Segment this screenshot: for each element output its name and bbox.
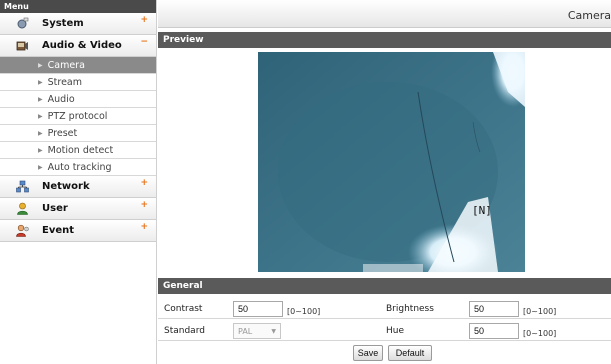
- top-bar: Camera: [158, 0, 611, 28]
- sidebar-item-ptz-protocol[interactable]: ▶ PTZ protocol: [0, 108, 156, 125]
- sidebar-item-auto-tracking[interactable]: ▶ Auto tracking: [0, 159, 156, 176]
- expand-icon: +: [140, 178, 148, 188]
- sidebar-item-label: Auto tracking: [47, 161, 112, 173]
- hue-input[interactable]: [469, 323, 519, 339]
- hue-range: [0~100]: [523, 329, 557, 338]
- sidebar-section-network[interactable]: Network +: [0, 176, 156, 198]
- sidebar-item-label: PTZ protocol: [47, 110, 108, 122]
- app-root: Menu System + Audio & Video − ▶ Camera ▶…: [0, 0, 611, 364]
- audio-video-icon: [16, 39, 29, 52]
- event-icon: [16, 224, 29, 237]
- brightness-label: Brightness: [386, 304, 434, 314]
- network-icon: [16, 180, 29, 193]
- sidebar-item-preset[interactable]: ▶ Preset: [0, 125, 156, 142]
- hue-label: Hue: [386, 326, 405, 336]
- sidebar-section-label: Audio & Video: [42, 40, 122, 51]
- sidebar-section-label: Event: [42, 225, 75, 236]
- compass-overlay-text: [N]: [472, 204, 492, 217]
- save-button[interactable]: Save: [353, 345, 383, 361]
- expand-icon: +: [140, 222, 148, 232]
- sidebar-section-label: System: [42, 18, 84, 29]
- sidebar-section-label: User: [42, 203, 68, 214]
- brightness-range: [0~100]: [523, 307, 557, 316]
- chevron-right-icon: ▶: [38, 78, 43, 86]
- contrast-range: [0~100]: [287, 307, 321, 316]
- brightness-input[interactable]: [469, 301, 519, 317]
- sidebar-item-label: Motion detect: [47, 144, 114, 156]
- sidebar-item-label: Preset: [47, 127, 78, 139]
- chevron-right-icon: ▶: [38, 163, 43, 171]
- chevron-right-icon: ▶: [38, 112, 43, 120]
- page-title: Camera: [567, 9, 611, 22]
- contrast-input[interactable]: [233, 301, 283, 317]
- sidebar-section-audio-video[interactable]: Audio & Video −: [0, 35, 156, 57]
- default-button[interactable]: Default: [388, 345, 432, 361]
- sidebar-section-label: Network: [42, 181, 90, 192]
- sidebar-item-stream[interactable]: ▶ Stream: [0, 74, 156, 91]
- sidebar-section-event[interactable]: Event +: [0, 220, 156, 242]
- system-icon: [16, 17, 29, 30]
- sidebar-item-camera[interactable]: ▶ Camera: [0, 57, 156, 74]
- expand-icon: +: [140, 200, 148, 210]
- standard-label: Standard: [164, 326, 205, 336]
- user-icon: [16, 202, 29, 215]
- menu-header: Menu: [0, 0, 156, 13]
- sidebar-item-label: Stream: [47, 76, 82, 88]
- camera-preview-video[interactable]: [N]: [258, 52, 525, 272]
- preview-header: Preview: [158, 32, 611, 48]
- main-panel: Camera Preview [N] General Contrast 50 […: [158, 0, 611, 364]
- chevron-right-icon: ▶: [38, 61, 43, 69]
- collapse-icon: −: [140, 37, 148, 47]
- sidebar-section-system[interactable]: System +: [0, 13, 156, 35]
- preview-area: [N]: [158, 48, 611, 278]
- chevron-right-icon: ▶: [38, 129, 43, 137]
- sidebar-item-label: Audio: [47, 93, 75, 105]
- standard-select-value: PAL: [238, 326, 253, 336]
- contrast-label: Contrast: [164, 304, 203, 314]
- row-divider: [158, 318, 611, 319]
- chevron-right-icon: ▶: [38, 95, 43, 103]
- standard-select[interactable]: PAL ▼: [233, 323, 281, 339]
- sidebar-item-audio[interactable]: ▶ Audio: [0, 91, 156, 108]
- sidebar-section-user[interactable]: User +: [0, 198, 156, 220]
- chevron-down-icon: ▼: [271, 327, 276, 335]
- general-header: General: [158, 278, 611, 294]
- expand-icon: +: [140, 15, 148, 25]
- row-divider: [158, 340, 611, 341]
- sidebar-item-motion-detect[interactable]: ▶ Motion detect: [0, 142, 156, 159]
- sidebar-item-label: Camera: [47, 59, 85, 71]
- chevron-right-icon: ▶: [38, 146, 43, 154]
- sidebar: Menu System + Audio & Video − ▶ Camera ▶…: [0, 0, 157, 364]
